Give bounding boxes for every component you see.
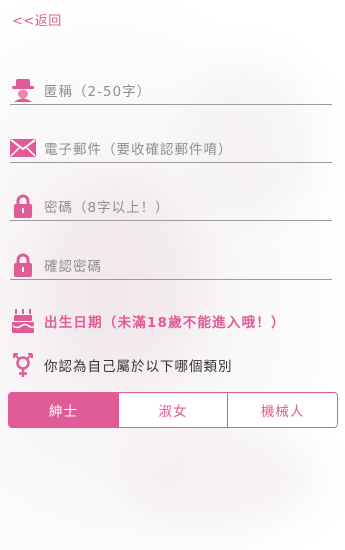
gender-selector: 紳士 淑女 機械人	[8, 392, 338, 428]
lock-icon	[10, 253, 36, 277]
confirm-password-placeholder: 確認密碼	[44, 259, 102, 275]
gender-question-label: 你認為自己屬於以下哪個類別	[44, 359, 233, 375]
email-placeholder: 電子郵件（要收確認郵件唷）	[44, 142, 233, 158]
birthday-field[interactable]: 出生日期（未滿18歲不能進入哦！）	[10, 307, 332, 335]
birthday-placeholder: 出生日期（未滿18歲不能進入哦！）	[44, 315, 286, 331]
nickname-placeholder: 匿稱（2-50字）	[44, 84, 152, 100]
password-placeholder: 密碼（8字以上！）	[44, 200, 170, 216]
background-blur	[120, 430, 320, 530]
gender-symbol-icon	[10, 351, 36, 379]
back-button[interactable]: <<返回	[12, 10, 62, 29]
nickname-field[interactable]: 匿稱（2-50字）	[10, 76, 332, 105]
confirm-password-field[interactable]: 確認密碼	[10, 251, 332, 280]
person-icon	[10, 78, 36, 102]
cake-icon	[10, 309, 36, 333]
gender-option-robot[interactable]: 機械人	[227, 393, 337, 427]
gender-option-lady[interactable]: 淑女	[117, 393, 228, 427]
password-field[interactable]: 密碼（8字以上！）	[10, 192, 332, 221]
gender-question: 你認為自己屬於以下哪個類別	[10, 350, 233, 380]
lock-icon	[10, 194, 36, 218]
gender-option-gentleman[interactable]: 紳士	[9, 393, 118, 427]
email-field[interactable]: 電子郵件（要收確認郵件唷）	[10, 134, 332, 163]
envelope-icon	[10, 136, 36, 160]
